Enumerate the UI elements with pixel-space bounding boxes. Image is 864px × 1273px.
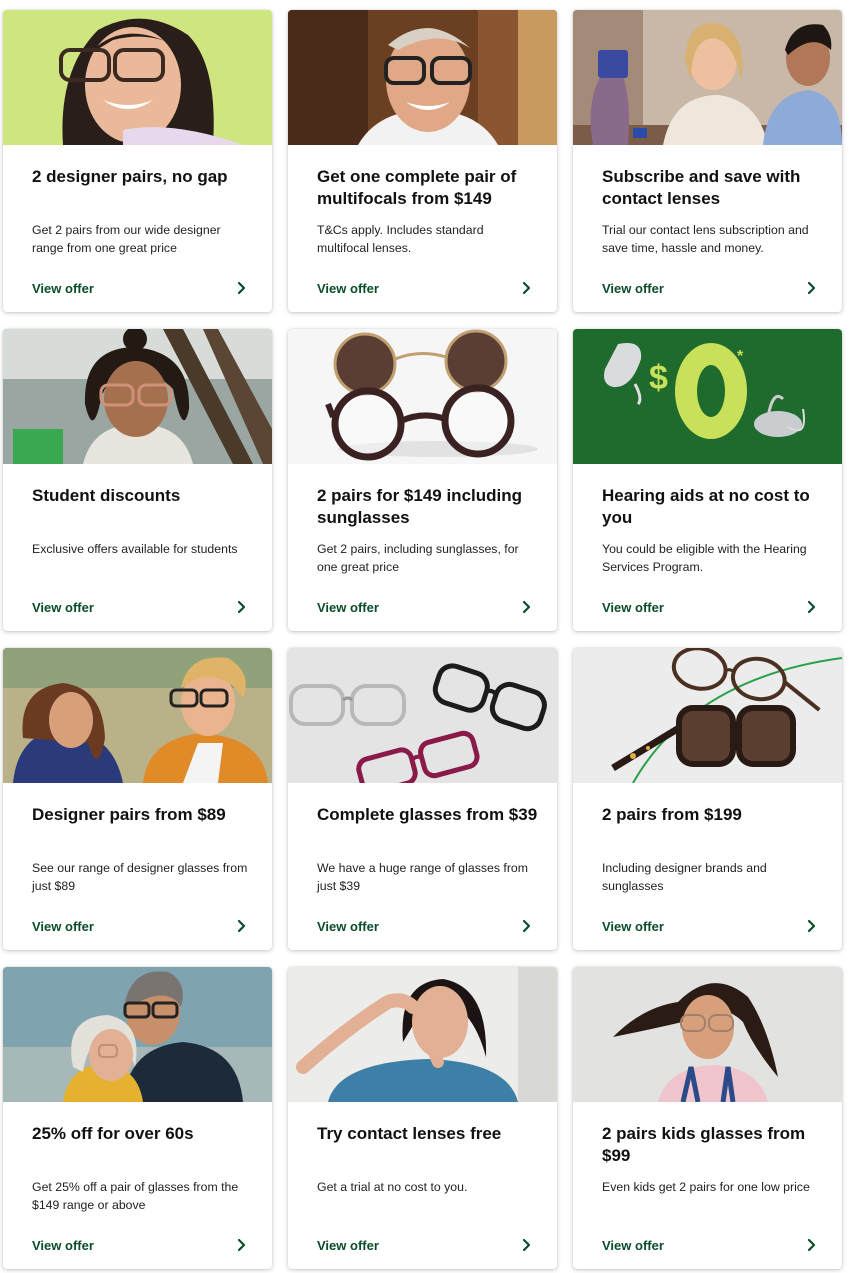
chevron-right-icon [522,1238,531,1252]
offer-card[interactable]: 2 pairs from $199 Including designer bra… [573,648,842,950]
offer-title: 2 designer pairs, no gap [32,167,228,186]
view-offer-label: View offer [32,918,94,934]
view-offer-link[interactable]: View offer [32,597,248,617]
view-offer-label: View offer [32,280,94,296]
offer-card[interactable]: 25% off for over 60s Get 25% off a pair … [3,967,272,1269]
view-offer-link[interactable]: View offer [32,278,248,298]
chevron-right-icon [237,281,246,295]
offer-image-student [3,329,272,464]
view-offer-link[interactable]: View offer [317,278,533,298]
offer-image-glasses-range [288,648,557,783]
offer-card[interactable]: 2 pairs kids glasses from $99 Even kids … [573,967,842,1269]
offer-image-two-pairs-sunglasses [288,329,557,464]
view-offer-label: View offer [32,599,94,615]
offer-description: Trial our contact lens subscription and … [602,223,809,255]
offer-card[interactable]: Designer pairs from $89 See our range of… [3,648,272,950]
chevron-right-icon [522,919,531,933]
offer-image-kid-glasses [573,967,842,1102]
offer-card[interactable]: Try contact lenses free Get a trial at n… [288,967,557,1269]
offer-title: Subscribe and save with contact lenses [602,167,801,208]
offer-image-man-glasses [288,10,557,145]
offer-title: Hearing aids at no cost to you [602,486,810,527]
view-offer-label: View offer [602,280,664,296]
view-offer-label: View offer [317,280,379,296]
offer-description: T&Cs apply. Includes standard multifocal… [317,223,484,255]
offer-description: Get a trial at no cost to you. [317,1180,468,1194]
chevron-right-icon [807,919,816,933]
offer-image-older-couple [3,967,272,1102]
chevron-right-icon [807,1238,816,1252]
view-offer-link[interactable]: View offer [602,597,818,617]
view-offer-label: View offer [317,599,379,615]
chevron-right-icon [807,600,816,614]
offer-description: Exclusive offers available for students [32,542,238,556]
view-offer-link[interactable]: View offer [317,1235,533,1255]
offer-image-hearing-aids: $ * [573,329,842,464]
hearing-badge-asterisk: * [737,348,744,365]
offer-image-friends-cards [573,10,842,145]
view-offer-link[interactable]: View offer [32,1235,248,1255]
offer-title: 25% off for over 60s [32,1124,194,1143]
chevron-right-icon [237,1238,246,1252]
offer-description: Get 25% off a pair of glasses from the $… [32,1180,239,1212]
offer-description: We have a huge range of glasses from jus… [317,861,528,893]
chevron-right-icon [807,281,816,295]
offer-description: Even kids get 2 pairs for one low price [602,1180,810,1194]
view-offer-link[interactable]: View offer [317,597,533,617]
view-offer-label: View offer [602,599,664,615]
offer-card[interactable]: 2 designer pairs, no gap Get 2 pairs fro… [3,10,272,312]
offer-description: See our range of designer glasses from j… [32,861,248,893]
offer-image-contact-lens-woman [288,967,557,1102]
offer-title: 2 pairs for $149 including sunglasses [317,486,523,527]
offer-card[interactable]: $ * Hearing aids at no cost to you You c… [573,329,842,631]
chevron-right-icon [237,600,246,614]
offer-title: Designer pairs from $89 [32,805,226,824]
view-offer-label: View offer [602,918,664,934]
offer-card[interactable]: Student discounts Exclusive offers avail… [3,329,272,631]
offer-card[interactable]: 2 pairs for $149 including sunglasses Ge… [288,329,557,631]
offer-description: Including designer brands and sunglasses [602,861,767,893]
offer-title: 2 pairs from $199 [602,805,742,824]
offer-title: 2 pairs kids glasses from $99 [602,1124,806,1165]
view-offer-label: View offer [317,1237,379,1253]
offer-title: Complete glasses from $39 [317,805,538,824]
offer-image-designer-frames [573,648,842,783]
offer-description: Get 2 pairs, including sunglasses, for o… [317,542,519,574]
view-offer-label: View offer [317,918,379,934]
offer-title: Get one complete pair of multifocals fro… [317,167,517,208]
offer-image-couple-outdoors [3,648,272,783]
offer-card[interactable]: Get one complete pair of multifocals fro… [288,10,557,312]
chevron-right-icon [237,919,246,933]
offer-description: Get 2 pairs from our wide designer range… [32,223,221,255]
chevron-right-icon [522,600,531,614]
offer-title: Try contact lenses free [317,1124,502,1143]
chevron-right-icon [522,281,531,295]
view-offer-link[interactable]: View offer [602,1235,818,1255]
view-offer-label: View offer [602,1237,664,1253]
offer-title: Student discounts [32,486,181,505]
view-offer-link[interactable]: View offer [602,278,818,298]
view-offer-link[interactable]: View offer [602,916,818,936]
offer-card[interactable]: Complete glasses from $39 We have a huge… [288,648,557,950]
view-offer-link[interactable]: View offer [32,916,248,936]
offer-description: You could be eligible with the Hearing S… [602,542,807,574]
view-offer-label: View offer [32,1237,94,1253]
offer-card[interactable]: Subscribe and save with contact lenses T… [573,10,842,312]
view-offer-link[interactable]: View offer [317,916,533,936]
hearing-badge-dollar: $ [649,359,668,397]
offer-image-woman-glasses [3,10,272,145]
